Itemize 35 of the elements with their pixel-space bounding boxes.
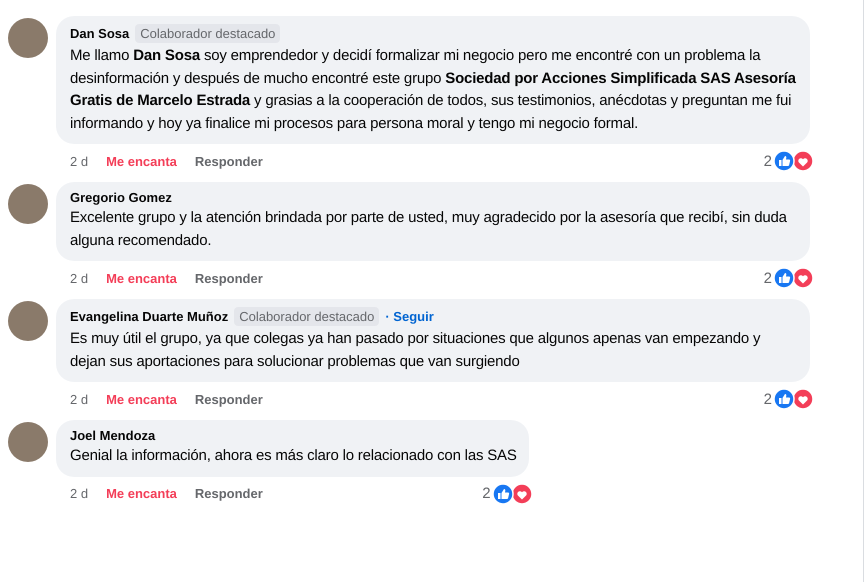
comment-text: Genial la información, ahora es más claro lo relacionado con las SAS bbox=[70, 446, 517, 466]
reply-link[interactable]: Responder bbox=[194, 486, 263, 501]
love-link[interactable]: Me encanta bbox=[106, 154, 177, 168]
reply-link[interactable]: Responder bbox=[194, 270, 263, 286]
comment-time[interactable]: 2 d bbox=[70, 392, 88, 406]
avatar-photo[interactable] bbox=[8, 301, 48, 341]
follow-link[interactable]: · Seguir bbox=[385, 309, 434, 324]
comment-text: Excelente grupo y la atención brindada por parte de usted, muy agradecido por la asesoría que recibí, sin duda alguna recomendado. bbox=[70, 208, 788, 250]
author-name[interactable]: Gregorio Gomez bbox=[70, 190, 172, 205]
love-link[interactable]: Me encanta bbox=[106, 392, 177, 406]
contributor-badge: Colaborador destacado bbox=[234, 307, 380, 326]
reaction-count[interactable]: 2 bbox=[764, 270, 772, 286]
love-link[interactable]: Me encanta bbox=[106, 270, 177, 286]
author-name[interactable]: Dan Sosa bbox=[70, 26, 130, 41]
like-icon bbox=[773, 267, 795, 289]
author-name[interactable]: Joel Mendoza bbox=[70, 428, 156, 443]
avatar-photo[interactable] bbox=[8, 422, 48, 462]
like-icon bbox=[773, 150, 795, 172]
comment-text: Me llamo Dan Sosa soy emprendedor y decidí formalizar mi negocio pero me encontré con un problema la desinformación y después de mucho encontré este grupo Sociedad por Acciones Simplificada SAS Asesoría Gratis de Marcelo Estrada y grasias a la cooperación de todos, sus testimonios, anécdotas y preguntan me fui informando y hoy ya finalice mi procesos para persona moral y tengo mi negocio formal. bbox=[70, 46, 797, 134]
reaction-count[interactable]: 2 bbox=[764, 152, 772, 170]
love-link[interactable]: Me encanta bbox=[106, 486, 177, 501]
avatar-photo[interactable] bbox=[8, 184, 48, 224]
reply-link[interactable]: Responder bbox=[194, 392, 263, 406]
comment-time[interactable]: 2 d bbox=[70, 270, 88, 286]
author-name[interactable]: Evangelina Duarte Muñoz bbox=[70, 309, 228, 324]
comment-time[interactable]: 2 d bbox=[70, 486, 88, 501]
contributor-badge: Colaborador destacado bbox=[135, 24, 280, 43]
reaction-count[interactable]: 2 bbox=[482, 485, 491, 502]
comment-time[interactable]: 2 d bbox=[70, 154, 88, 168]
reaction-count[interactable]: 2 bbox=[764, 390, 772, 408]
reply-link[interactable]: Responder bbox=[194, 154, 263, 168]
like-icon bbox=[492, 482, 514, 504]
avatar-photo[interactable] bbox=[8, 18, 48, 58]
like-icon bbox=[773, 388, 795, 410]
comment-text: Es muy útil el grupo, ya que colegas ya han pasado por situaciones que algunos apenas van empezando y dejan sus aportaciones para solucionar problemas que van surgiendo bbox=[70, 329, 762, 372]
